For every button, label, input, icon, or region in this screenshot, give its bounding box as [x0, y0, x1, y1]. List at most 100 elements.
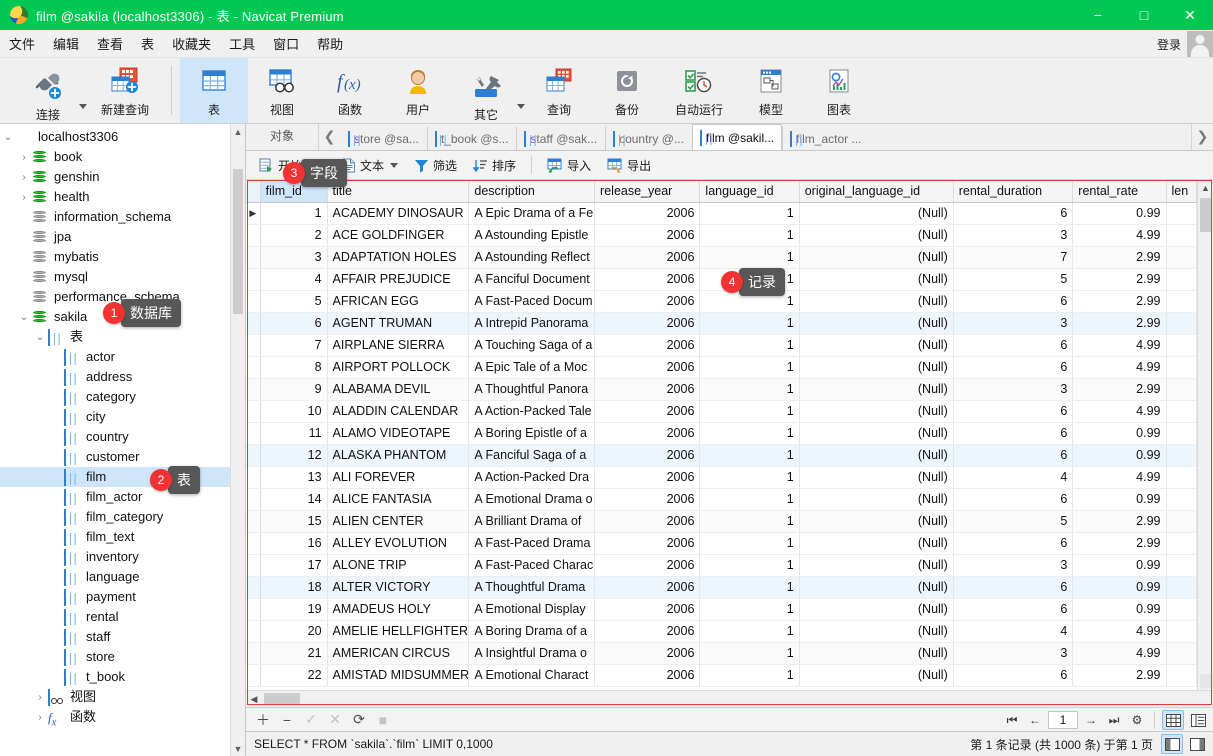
cell-release_year[interactable]: 2006: [594, 202, 701, 225]
cell-description[interactable]: A Insightful Drama o: [468, 642, 596, 665]
cell-film_id[interactable]: 2: [260, 224, 328, 247]
cell-rental_duration[interactable]: 3: [953, 224, 1074, 247]
cell-description[interactable]: A Emotional Display: [468, 598, 596, 621]
cell-rental_duration[interactable]: 7: [953, 246, 1074, 269]
cell-release_year[interactable]: 2006: [594, 378, 701, 401]
prev-page-button[interactable]: ←: [1025, 710, 1045, 730]
delete-record-button[interactable]: −: [276, 710, 298, 730]
column-header-rental_rate[interactable]: rental_rate: [1072, 180, 1167, 203]
cell-len[interactable]: [1166, 488, 1197, 511]
cell-language_id[interactable]: 1: [699, 642, 800, 665]
cell-title[interactable]: ALADDIN CALENDAR: [327, 400, 470, 423]
cell-original_language_id-null[interactable]: (Null): [799, 532, 954, 555]
cell-film_id[interactable]: 16: [260, 532, 328, 555]
grid-horizontal-scrollbar[interactable]: ◀: [246, 690, 1213, 707]
cell-len[interactable]: [1166, 422, 1197, 445]
cell-language_id[interactable]: 1: [699, 444, 800, 467]
cell-title[interactable]: ALLEY EVOLUTION: [327, 532, 470, 555]
toolbar-automation[interactable]: 自动运行: [661, 58, 737, 123]
minimize-button[interactable]: −: [1075, 0, 1121, 30]
chevron-right-icon[interactable]: ›: [16, 152, 32, 163]
grid-view-toggle[interactable]: [1162, 710, 1184, 730]
tree-node-film_category[interactable]: film_category: [0, 507, 245, 527]
cell-film_id[interactable]: 8: [260, 356, 328, 379]
cell-rental_duration[interactable]: 6: [953, 290, 1074, 313]
tree-node-film_actor[interactable]: film_actor: [0, 487, 245, 507]
cell-rental_duration[interactable]: 6: [953, 356, 1074, 379]
cell-film_id[interactable]: 10: [260, 400, 328, 423]
tree-node-[interactable]: › fx 函数: [0, 707, 245, 728]
tree-node-inventory[interactable]: inventory: [0, 547, 245, 567]
menu-edit[interactable]: 编辑: [44, 30, 88, 57]
cell-description[interactable]: A Boring Epistle of a: [468, 422, 596, 445]
cell-title[interactable]: AFRICAN EGG: [327, 290, 470, 313]
cell-len[interactable]: [1166, 576, 1197, 599]
data-grid[interactable]: film_id title description release_year langu…: [246, 180, 1197, 690]
import-button[interactable]: 导入: [540, 154, 598, 176]
cell-original_language_id-null[interactable]: (Null): [799, 290, 954, 313]
cell-rental_rate[interactable]: 4.99: [1072, 466, 1167, 489]
tree-node-staff[interactable]: staff: [0, 627, 245, 647]
cell-title[interactable]: AGENT TRUMAN: [327, 312, 470, 335]
toolbar-backup[interactable]: 备份: [593, 58, 661, 123]
cell-original_language_id-null[interactable]: (Null): [799, 312, 954, 335]
cell-language_id[interactable]: 1: [699, 620, 800, 643]
toolbar-table[interactable]: 表: [180, 58, 248, 123]
cell-title[interactable]: ALAMO VIDEOTAPE: [327, 422, 470, 445]
cell-title[interactable]: ADAPTATION HOLES: [327, 246, 470, 269]
editor-tab[interactable]: store @sa...: [340, 126, 427, 150]
cell-original_language_id-null[interactable]: (Null): [799, 378, 954, 401]
tab-scroll-right-icon[interactable]: ❯: [1191, 123, 1213, 150]
table-row[interactable]: 22 AMISTAD MIDSUMMER A Emotional Charact 20…: [246, 664, 1197, 687]
maximize-button[interactable]: □: [1121, 0, 1167, 30]
cell-rental_duration[interactable]: 3: [953, 312, 1074, 335]
avatar[interactable]: [1187, 31, 1213, 57]
cell-rental_rate[interactable]: 0.99: [1072, 202, 1167, 225]
cell-title[interactable]: AMERICAN CIRCUS: [327, 642, 470, 665]
cell-title[interactable]: ACADEMY DINOSAUR: [327, 202, 470, 225]
cell-original_language_id-null[interactable]: (Null): [799, 334, 954, 357]
cell-description[interactable]: A Action-Packed Tale: [468, 400, 596, 423]
chevron-down-icon[interactable]: ⌄: [16, 312, 32, 323]
cell-title[interactable]: AIRPLANE SIERRA: [327, 334, 470, 357]
table-row[interactable]: 2 ACE GOLDFINGER A Astounding Epistle 2006 1…: [246, 224, 1197, 247]
next-page-button[interactable]: →: [1081, 710, 1101, 730]
cell-film_id[interactable]: 4: [260, 268, 328, 291]
table-row[interactable]: 19 AMADEUS HOLY A Emotional Display 2006 1 (N…: [246, 598, 1197, 621]
cell-film_id[interactable]: 12: [260, 444, 328, 467]
table-row[interactable]: 14 ALICE FANTASIA A Emotional Drama o 2006 1…: [246, 488, 1197, 511]
cell-original_language_id-null[interactable]: (Null): [799, 444, 954, 467]
table-row[interactable]: 15 ALIEN CENTER A Brilliant Drama of 2006 1(…: [246, 510, 1197, 533]
toolbar-function[interactable]: f (x) 函数: [316, 58, 384, 123]
cell-film_id[interactable]: 13: [260, 466, 328, 489]
cell-rental_rate[interactable]: 4.99: [1072, 642, 1167, 665]
cell-language_id[interactable]: 1: [699, 422, 800, 445]
tree-node-customer[interactable]: customer: [0, 447, 245, 467]
menu-favorites[interactable]: 收藏夹: [163, 30, 220, 57]
toolbar-query[interactable]: 查询: [525, 58, 593, 123]
cell-len[interactable]: [1166, 510, 1197, 533]
column-header-description[interactable]: description: [468, 180, 596, 203]
cell-len[interactable]: [1166, 202, 1197, 225]
cell-release_year[interactable]: 2006: [594, 554, 701, 577]
cell-original_language_id-null[interactable]: (Null): [799, 598, 954, 621]
tree-node-language[interactable]: language: [0, 567, 245, 587]
cell-film_id[interactable]: 21: [260, 642, 328, 665]
tree-node-jpa[interactable]: jpa: [0, 227, 245, 247]
table-row[interactable]: 11 ALAMO VIDEOTAPE A Boring Epistle of a 20…: [246, 422, 1197, 445]
cell-len[interactable]: [1166, 356, 1197, 379]
sidebar-scrollbar[interactable]: ▲ ▼: [230, 124, 245, 756]
tree-node-genshin[interactable]: › genshin: [0, 167, 245, 187]
cell-title[interactable]: ALI FOREVER: [327, 466, 470, 489]
cell-release_year[interactable]: 2006: [594, 620, 701, 643]
cell-film_id[interactable]: 15: [260, 510, 328, 533]
cell-description[interactable]: A Intrepid Panorama: [468, 312, 596, 335]
cell-description[interactable]: A Fast-Paced Drama: [468, 532, 596, 555]
cell-language_id[interactable]: 1: [699, 400, 800, 423]
table-row[interactable]: 10 ALADDIN CALENDAR A Action-Packed Tale 20…: [246, 400, 1197, 423]
object-tree-sidebar[interactable]: ⌄ localhost3306 › book › genshin › health info…: [0, 124, 246, 756]
table-row[interactable]: 17 ALONE TRIP A Fast-Paced Charac 2006 1 (Nul…: [246, 554, 1197, 577]
grid-scroll-thumb[interactable]: [1200, 198, 1211, 232]
menu-help[interactable]: 帮助: [308, 30, 352, 57]
page-number-input[interactable]: 1: [1048, 711, 1078, 729]
